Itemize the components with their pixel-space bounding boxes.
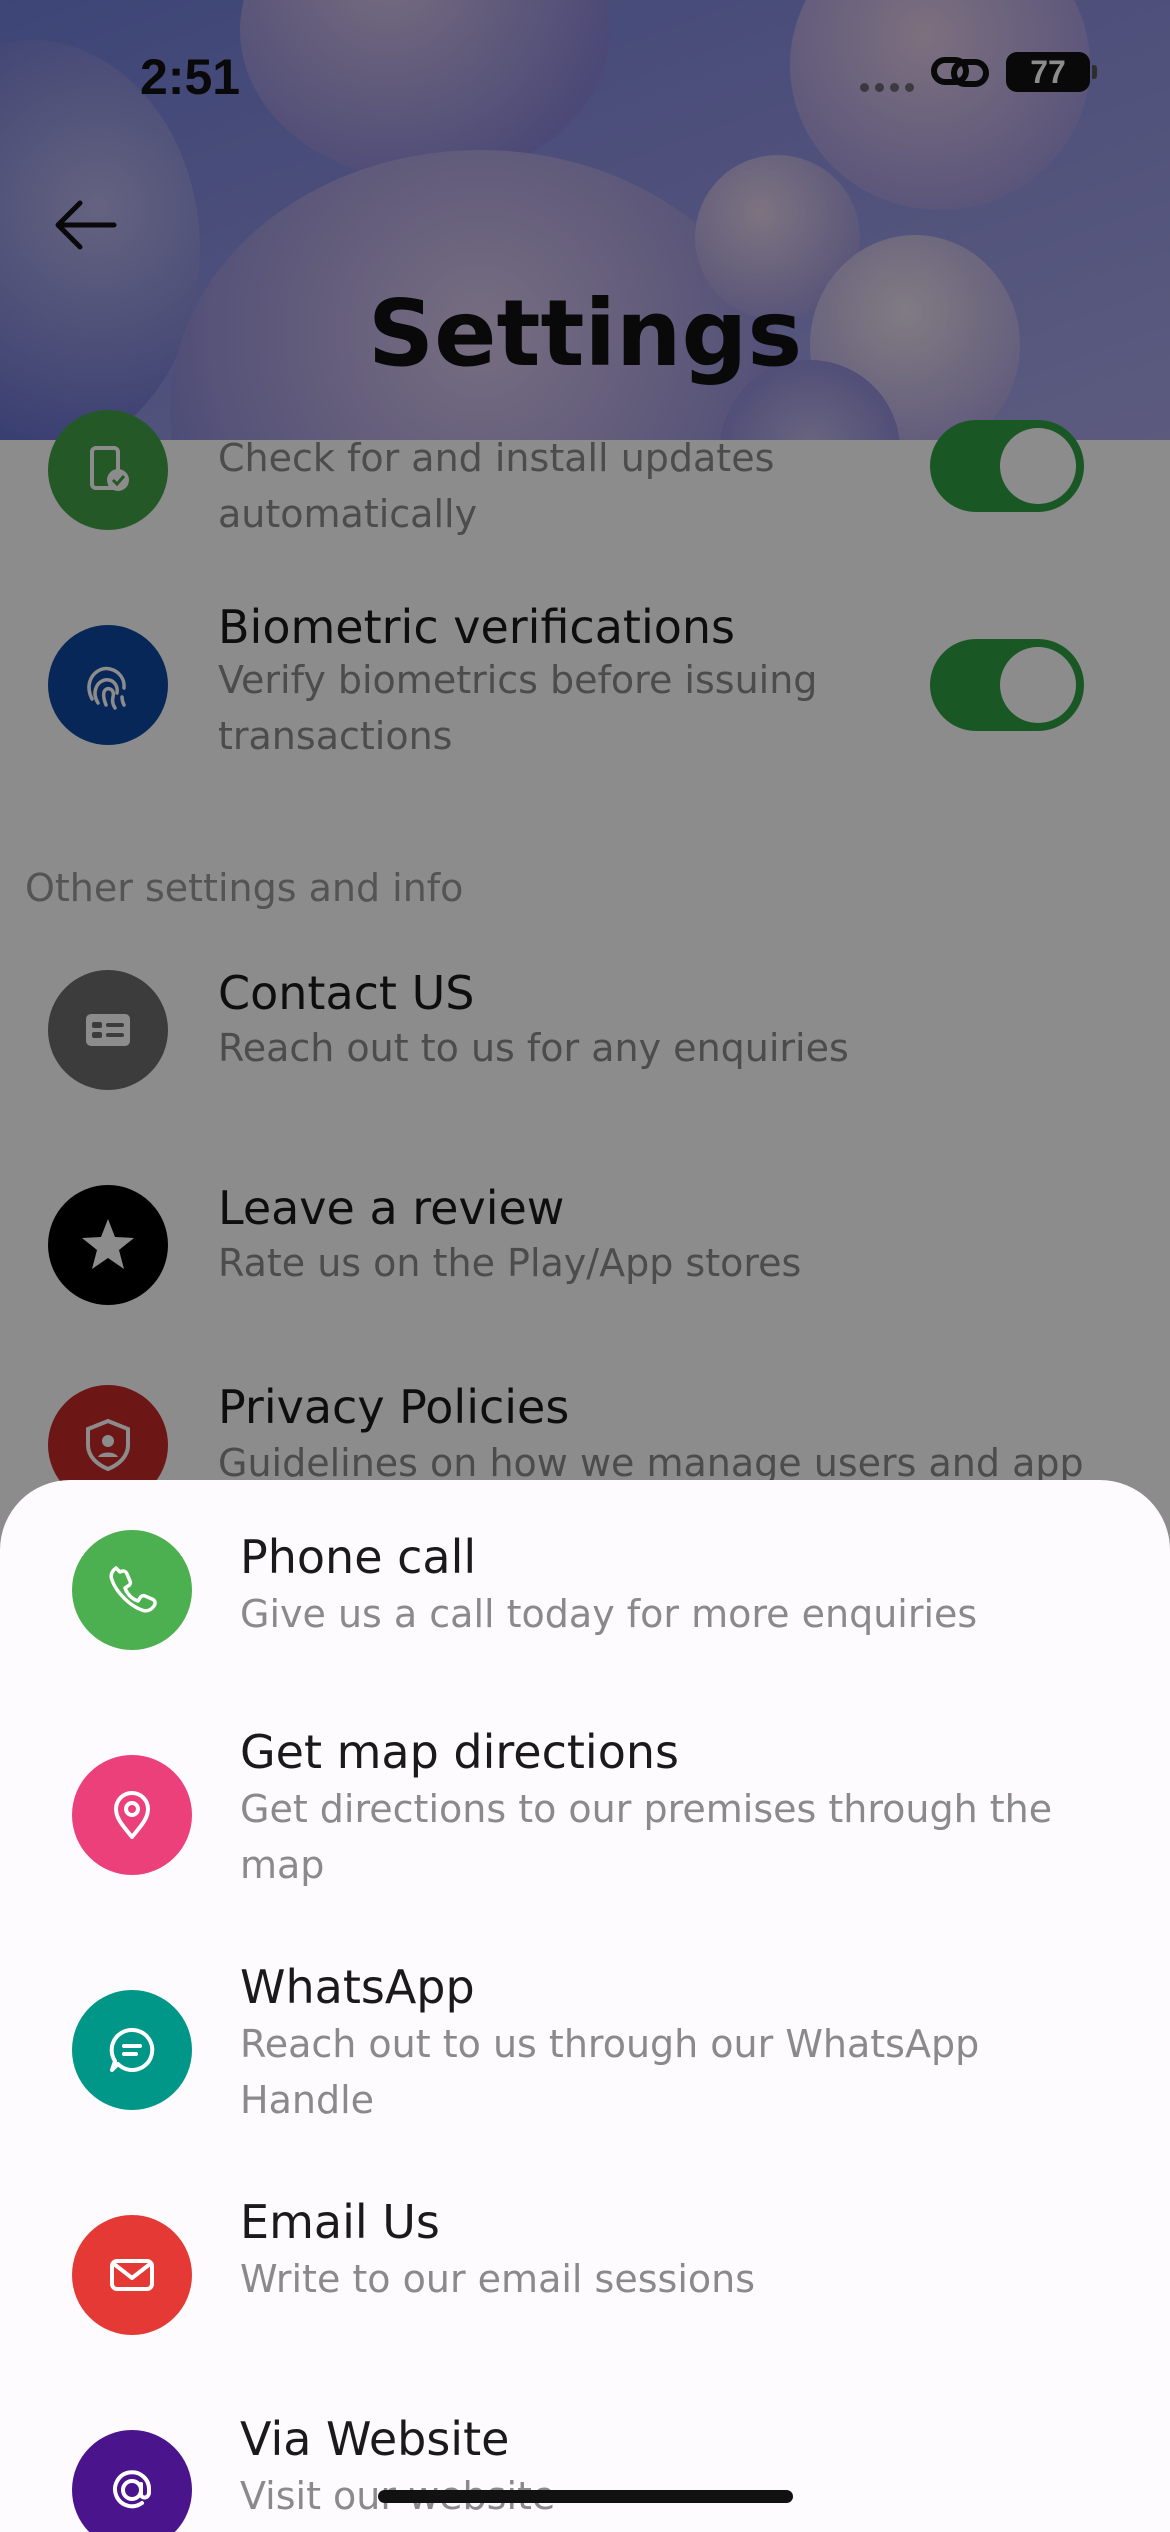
option-subtitle: Get directions to our premises through t… (240, 1787, 1053, 1887)
envelope-icon (72, 2215, 192, 2335)
phone-icon (72, 1530, 192, 1650)
option-subtitle: Reach out to us through our WhatsApp Han… (240, 2022, 980, 2122)
map-pin-icon (72, 1755, 192, 1875)
option-subtitle: Write to our email sessions (240, 2257, 756, 2301)
option-title: WhatsApp (240, 1960, 475, 2014)
home-indicator[interactable] (378, 2490, 793, 2503)
option-title: Phone call (240, 1530, 477, 1584)
at-sign-icon (72, 2430, 192, 2532)
chat-bubble-icon (72, 1990, 192, 2110)
contact-options-sheet: Phone call Give us a call today for more… (0, 1480, 1170, 2532)
option-title: Email Us (240, 2195, 440, 2249)
option-title: Via Website (240, 2412, 510, 2466)
option-subtitle: Give us a call today for more enquiries (240, 1592, 978, 1636)
option-title: Get map directions (240, 1725, 679, 1779)
